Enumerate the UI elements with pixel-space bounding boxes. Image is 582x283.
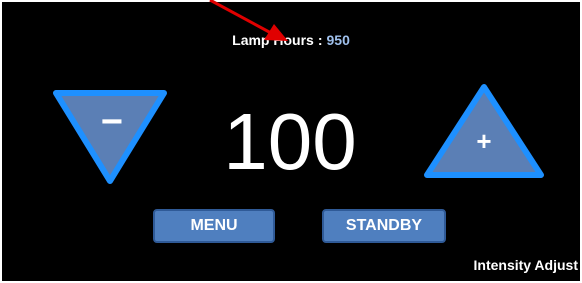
projector-screen: Lamp Hours:950 − 100 + MENU STANDBY Inte… xyxy=(0,0,582,283)
red-arrow-icon xyxy=(209,0,288,41)
